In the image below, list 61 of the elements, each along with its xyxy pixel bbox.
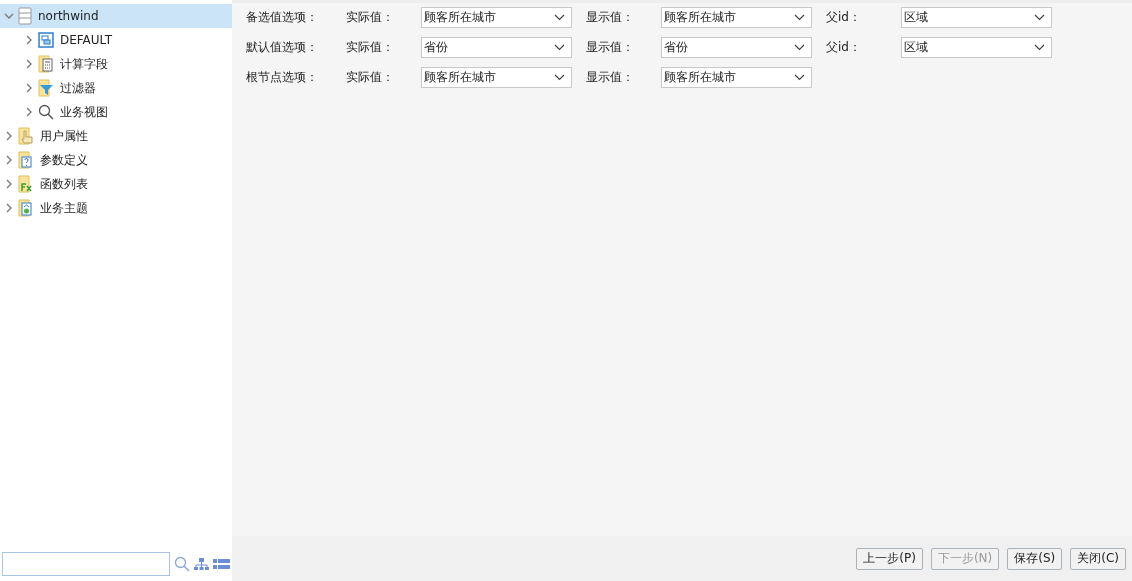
field-label: 显示值： <box>586 38 635 56</box>
table-icon <box>38 32 54 48</box>
list-icon[interactable] <box>213 559 230 569</box>
dropdown[interactable]: 省份 <box>661 36 812 58</box>
step-button[interactable]: 关闭(C) <box>1070 547 1126 570</box>
hierarchy-icon[interactable] <box>194 558 209 570</box>
hand-icon <box>18 127 34 145</box>
tree-item[interactable]: 业务主题 <box>0 196 232 220</box>
dropdown[interactable]: 顾客所在城市 <box>421 6 572 28</box>
chevron-down-icon <box>794 43 805 51</box>
chevron-right-icon[interactable] <box>4 179 14 189</box>
tree-item[interactable]: 过滤器 <box>0 76 232 100</box>
chevron-down-icon[interactable] <box>4 11 14 21</box>
calculator-icon <box>38 55 54 73</box>
tree-item[interactable]: 函数列表 <box>0 172 232 196</box>
chevron-right-icon[interactable] <box>24 59 34 69</box>
chevron-right-icon[interactable] <box>4 131 14 141</box>
dropdown[interactable]: 顾客所在城市 <box>661 6 812 28</box>
search-icon <box>38 104 54 120</box>
chevron-down-icon <box>554 73 565 81</box>
dropdown[interactable]: 区域 <box>901 36 1052 58</box>
field-label: 实际值： <box>346 68 395 86</box>
row-label: 备选值选项： <box>246 8 319 26</box>
step-button[interactable]: 上一步(P) <box>856 547 923 570</box>
chevron-down-icon <box>554 43 565 51</box>
dropdown[interactable]: 区域 <box>901 6 1052 28</box>
field-label: 显示值： <box>586 68 635 86</box>
field-label: 实际值： <box>346 38 395 56</box>
field-label: 实际值： <box>346 8 395 26</box>
dropdown[interactable]: 顾客所在城市 <box>661 66 812 88</box>
chevron-right-icon[interactable] <box>24 83 34 93</box>
function-icon <box>18 175 34 193</box>
chevron-down-icon <box>554 13 565 21</box>
search-field[interactable] <box>2 552 170 576</box>
tree-item[interactable]: 用户属性 <box>0 124 232 148</box>
tree-item[interactable]: 业务视图 <box>0 100 232 124</box>
field-label: 父id： <box>826 38 862 56</box>
chevron-down-icon <box>794 73 805 81</box>
chevron-right-icon[interactable] <box>4 155 14 165</box>
search-icon[interactable] <box>174 556 190 572</box>
chevron-down-icon <box>794 13 805 21</box>
row-label: 默认值选项： <box>246 38 319 56</box>
tree-item[interactable]: DEFAULT <box>0 28 232 52</box>
chevron-down-icon <box>1034 43 1045 51</box>
chevron-right-icon[interactable] <box>24 107 34 117</box>
tree-item[interactable]: 参数定义 <box>0 148 232 172</box>
tree-item[interactable]: 计算字段 <box>0 52 232 76</box>
filter-icon <box>38 79 54 97</box>
dropdown[interactable]: 顾客所在城市 <box>421 66 572 88</box>
row-label: 根节点选项： <box>246 68 319 86</box>
chevron-right-icon[interactable] <box>4 203 14 213</box>
field-label: 显示值： <box>586 8 635 26</box>
document-icon <box>18 7 32 25</box>
step-button[interactable]: 保存(S) <box>1007 547 1063 570</box>
tree-item[interactable]: northwind <box>0 4 232 28</box>
dropdown[interactable]: 省份 <box>421 36 572 58</box>
chevron-right-icon[interactable] <box>24 35 34 45</box>
parameter-icon <box>18 151 34 169</box>
chevron-down-icon <box>1034 13 1045 21</box>
field-label: 父id： <box>826 8 862 26</box>
topic-icon <box>18 199 34 217</box>
